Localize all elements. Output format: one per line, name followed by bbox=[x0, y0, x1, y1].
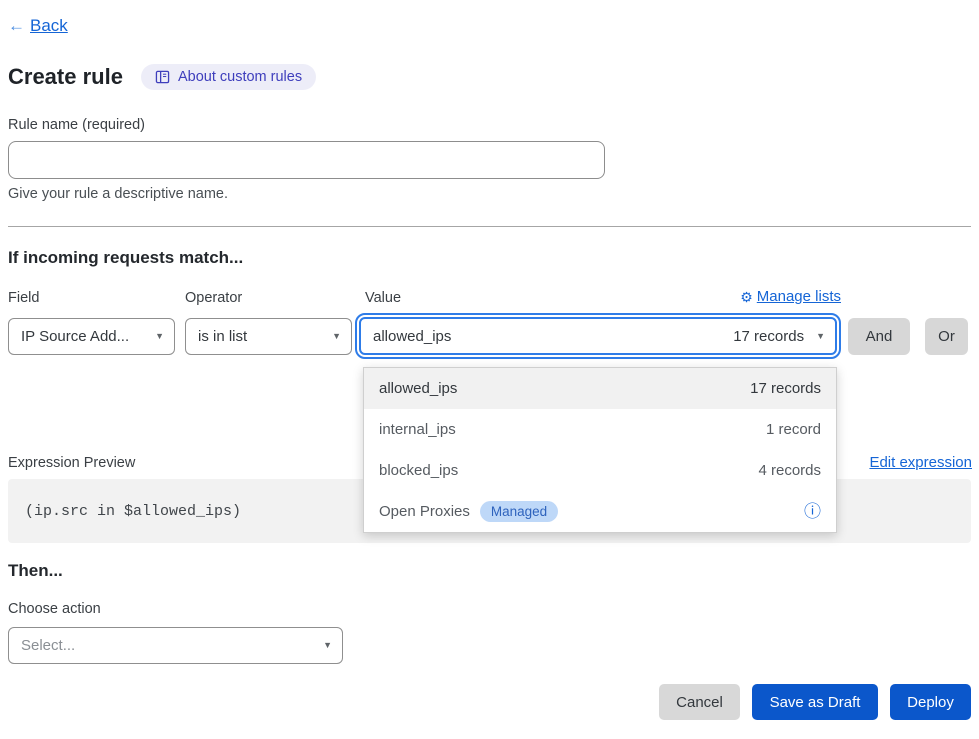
managed-badge: Managed bbox=[480, 501, 558, 522]
operator-label: Operator bbox=[185, 290, 242, 306]
operator-select-value: is in list bbox=[198, 328, 247, 345]
save-as-draft-button[interactable]: Save as Draft bbox=[752, 684, 878, 720]
list-item-count: 1 record bbox=[766, 421, 821, 438]
rule-name-input[interactable] bbox=[8, 141, 605, 179]
then-section-heading: Then... bbox=[8, 561, 63, 581]
list-item-name: internal_ips bbox=[379, 421, 456, 438]
value-label: Value bbox=[365, 290, 401, 306]
rule-name-label: Rule name (required) bbox=[8, 117, 145, 133]
action-select-placeholder: Select... bbox=[21, 637, 75, 654]
gear-icon: ⚙ bbox=[740, 290, 753, 304]
expression-code: (ip.src in $allowed_ips) bbox=[8, 503, 241, 520]
list-item-blocked-ips[interactable]: blocked_ips 4 records bbox=[364, 450, 836, 491]
chevron-down-icon: ▼ bbox=[323, 641, 332, 650]
field-select-value: IP Source Add... bbox=[21, 328, 129, 345]
about-custom-rules-label: About custom rules bbox=[178, 69, 302, 85]
manage-lists-link[interactable]: ⚙ Manage lists bbox=[740, 288, 841, 305]
list-item-open-proxies[interactable]: Open Proxies Managed ⓘ bbox=[364, 491, 836, 532]
edit-expression-link[interactable]: Edit expression bbox=[869, 454, 972, 471]
value-select-count: 17 records bbox=[733, 328, 804, 345]
about-custom-rules-link[interactable]: About custom rules bbox=[141, 64, 316, 90]
info-icon[interactable]: ⓘ bbox=[804, 503, 821, 520]
choose-action-label: Choose action bbox=[8, 601, 101, 617]
section-divider bbox=[8, 226, 971, 227]
list-item-internal-ips[interactable]: internal_ips 1 record bbox=[364, 409, 836, 450]
manage-lists-label: Manage lists bbox=[757, 288, 841, 305]
chevron-down-icon: ▼ bbox=[816, 332, 825, 341]
chevron-down-icon: ▼ bbox=[155, 332, 164, 341]
list-item-allowed-ips[interactable]: allowed_ips 17 records bbox=[364, 368, 836, 409]
field-select[interactable]: IP Source Add... ▼ bbox=[8, 318, 175, 355]
list-item-name: blocked_ips bbox=[379, 462, 458, 479]
list-item-name: Open Proxies bbox=[379, 503, 470, 520]
value-select-name: allowed_ips bbox=[373, 328, 451, 345]
list-item-count: 4 records bbox=[758, 462, 821, 479]
field-label: Field bbox=[8, 290, 39, 306]
create-rule-page: ←Back Create rule About custom rules Rul… bbox=[0, 0, 979, 739]
operator-select[interactable]: is in list ▼ bbox=[185, 318, 352, 355]
value-dropdown: allowed_ips 17 records internal_ips 1 re… bbox=[363, 367, 837, 533]
match-section-heading: If incoming requests match... bbox=[8, 248, 243, 268]
back-link[interactable]: ←Back bbox=[8, 16, 68, 36]
list-item-name: allowed_ips bbox=[379, 380, 457, 397]
value-select-focus-ring: allowed_ips 17 records ▼ bbox=[355, 313, 841, 359]
list-item-count: 17 records bbox=[750, 380, 821, 397]
and-button[interactable]: And bbox=[848, 318, 910, 355]
back-link-label: Back bbox=[30, 16, 68, 36]
book-icon bbox=[155, 70, 170, 84]
rule-name-helper: Give your rule a descriptive name. bbox=[8, 186, 228, 202]
action-select[interactable]: Select... ▼ bbox=[8, 627, 343, 664]
cancel-button[interactable]: Cancel bbox=[659, 684, 740, 720]
expression-preview-label: Expression Preview bbox=[8, 455, 135, 471]
page-title: Create rule bbox=[8, 64, 123, 90]
back-arrow-icon: ← bbox=[8, 16, 25, 36]
title-bar: Create rule About custom rules bbox=[8, 64, 316, 90]
deploy-button[interactable]: Deploy bbox=[890, 684, 971, 720]
value-select[interactable]: allowed_ips 17 records ▼ bbox=[359, 317, 837, 355]
chevron-down-icon: ▼ bbox=[332, 332, 341, 341]
or-button[interactable]: Or bbox=[925, 318, 968, 355]
